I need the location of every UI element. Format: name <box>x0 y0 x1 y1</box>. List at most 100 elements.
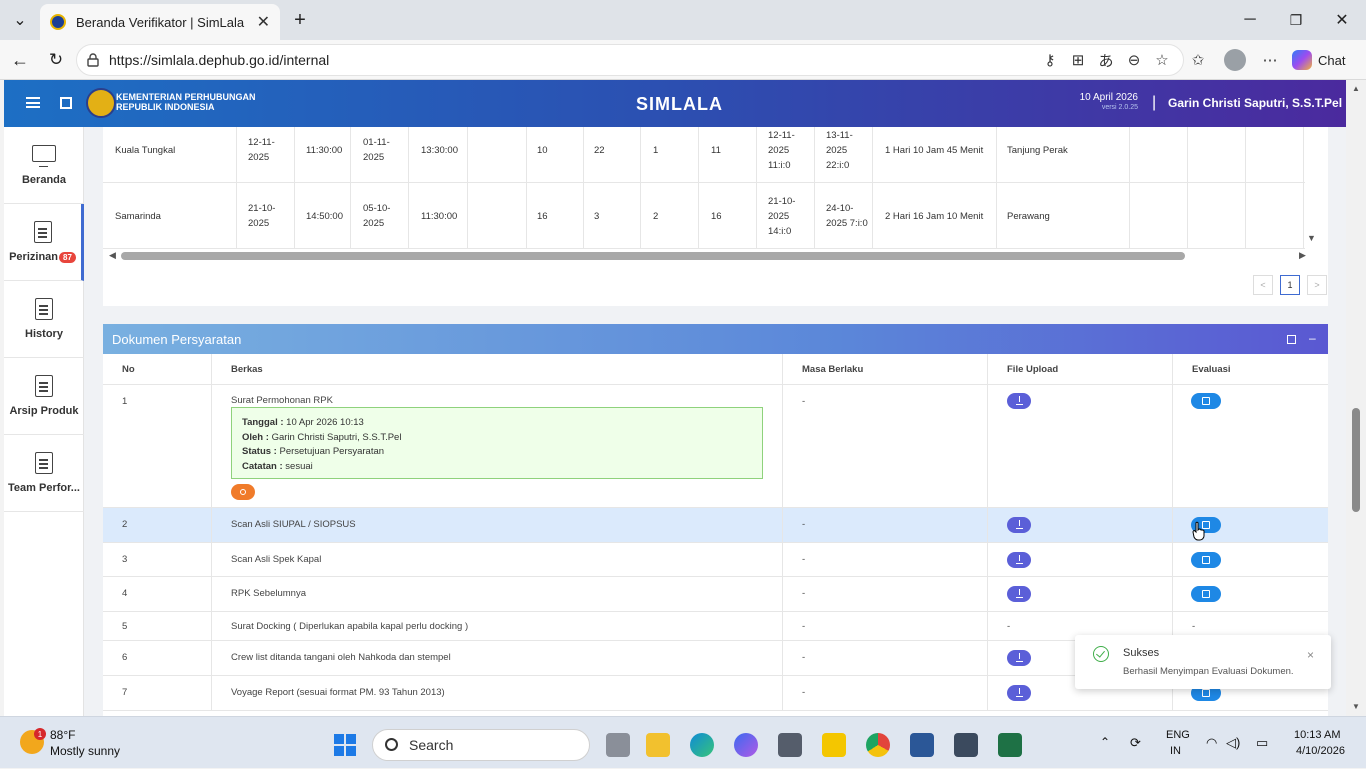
file-explorer-icon[interactable] <box>646 733 670 757</box>
table-cell: 21-10-2025 <box>237 183 295 249</box>
url-field[interactable]: https://simlala.dephub.go.id/internal <box>76 44 1184 76</box>
favorites-icon[interactable]: ✩ <box>1188 50 1208 70</box>
berkas-name: Surat Docking ( Diperlukan apabila kapal… <box>212 612 783 640</box>
more-icon[interactable]: ⋯ <box>1260 50 1280 70</box>
masa-berlaku: - <box>783 508 988 542</box>
note-label: Tanggal : <box>242 417 284 428</box>
back-icon[interactable]: ← <box>8 48 32 72</box>
sidebar-item-history[interactable]: History <box>4 281 84 358</box>
favorite-star-icon[interactable]: ☆ <box>1152 50 1172 70</box>
download-button[interactable] <box>1007 393 1031 409</box>
table-cell <box>468 127 527 183</box>
excel-icon[interactable] <box>998 733 1022 757</box>
download-button[interactable] <box>1007 685 1031 701</box>
berkas-name: Surat Permohonan RPK <box>231 395 333 406</box>
ministry-name: KEMENTERIAN PERHUBUNGAN REPUBLIK INDONES… <box>116 92 256 112</box>
wifi-icon[interactable]: ◠ <box>1206 735 1217 751</box>
scrollbar-thumb[interactable] <box>1352 408 1360 512</box>
table-cell: Perawang <box>997 183 1130 249</box>
download-icon <box>1015 652 1023 662</box>
copilot-chat-button[interactable]: Chat <box>1292 46 1360 74</box>
volume-icon[interactable]: ◁) <box>1226 735 1240 751</box>
scroll-right-arrow-icon[interactable]: ▶ <box>1299 250 1306 261</box>
document-icon <box>33 221 52 243</box>
page-scrollbar[interactable]: ▲ ▼ <box>1346 80 1366 716</box>
table-horizontal-scrollbar[interactable]: ◀ ▶ <box>103 249 1306 263</box>
pagination-prev[interactable]: < <box>1253 275 1273 295</box>
copilot-icon[interactable] <box>734 733 758 757</box>
camera-icon[interactable] <box>778 733 802 757</box>
sidebar-item-team-performance[interactable]: Team Perfor... <box>4 435 84 512</box>
close-tab-icon[interactable]: ✕ <box>257 12 270 32</box>
table-header: No Berkas Masa Berlaku File Upload Evalu… <box>103 354 1328 385</box>
card-title: Dokumen Persyaratan <box>112 332 242 347</box>
word-icon[interactable] <box>910 733 934 757</box>
pagination-next[interactable]: > <box>1307 275 1327 295</box>
menu-icon[interactable] <box>26 97 40 108</box>
pagination-page-1[interactable]: 1 <box>1280 275 1300 295</box>
download-button[interactable] <box>1007 650 1031 666</box>
sidebar-item-label: Beranda <box>21 173 67 186</box>
masa-berlaku: - <box>783 612 988 640</box>
new-tab-icon[interactable]: + <box>288 8 312 32</box>
language-line1[interactable]: ENG <box>1166 729 1190 741</box>
download-button[interactable] <box>1007 586 1031 602</box>
table-cell <box>1246 183 1304 249</box>
evaluate-button[interactable] <box>1191 586 1221 602</box>
taskbar-search[interactable]: Search <box>372 729 590 761</box>
scroll-down-arrow-icon[interactable]: ▼ <box>1307 233 1316 243</box>
expand-icon[interactable] <box>1287 335 1296 344</box>
browser-tab-strip: ⌄ Beranda Verifikator | SimLala ✕ + ─ ❐ … <box>0 0 1366 40</box>
copilot-icon <box>1292 50 1312 70</box>
sticky-notes-icon[interactable] <box>822 733 846 757</box>
battery-icon[interactable]: ▭ <box>1256 735 1268 751</box>
sync-icon[interactable]: ⟳ <box>1130 735 1141 751</box>
clock-time[interactable]: 10:13 AM <box>1294 729 1340 741</box>
reload-icon[interactable]: ↻ <box>44 48 68 72</box>
calculator-icon[interactable] <box>954 733 978 757</box>
collapse-icon[interactable]: – <box>1309 331 1316 345</box>
sidebar-item-label: Arsip Produk <box>9 405 79 417</box>
table-vertical-scrollbar[interactable]: ▼ <box>1305 127 1317 249</box>
sidebar-item-beranda[interactable]: Beranda <box>4 127 84 204</box>
fullscreen-icon[interactable] <box>60 97 72 109</box>
task-view-icon[interactable] <box>606 733 630 757</box>
download-button[interactable] <box>1007 552 1031 568</box>
evaluate-button[interactable] <box>1191 393 1221 409</box>
download-button[interactable] <box>1007 517 1031 533</box>
clock-date[interactable]: 4/10/2026 <box>1296 745 1345 757</box>
sidebar-item-label: History <box>25 328 63 340</box>
sidebar-item-perizinan[interactable]: Perizinan 87 <box>4 204 84 281</box>
key-icon[interactable]: ⚷ <box>1040 50 1060 70</box>
translate-icon[interactable]: あ <box>1096 50 1116 70</box>
weather-widget[interactable]: 1 88°F Mostly sunny <box>18 728 148 760</box>
profile-avatar[interactable] <box>1224 49 1246 71</box>
scroll-up-arrow-icon[interactable]: ▲ <box>1352 84 1360 93</box>
restore-icon[interactable]: ❐ <box>1284 8 1308 32</box>
close-window-icon[interactable]: ✕ <box>1330 8 1354 32</box>
zoom-icon[interactable]: ⊖ <box>1124 50 1144 70</box>
scrollbar-thumb[interactable] <box>121 252 1185 260</box>
berkas-name: Scan Asli SIUPAL / SIOPSUS <box>212 508 783 542</box>
minimize-icon[interactable]: ─ <box>1238 8 1262 32</box>
table-cell: Tanjung Perak <box>997 127 1130 183</box>
edge-icon[interactable] <box>690 733 714 757</box>
user-name[interactable]: Garin Christi Saputri, S.S.T.Pel <box>1168 96 1342 110</box>
search-icon <box>385 738 398 751</box>
language-line2[interactable]: IN <box>1170 745 1181 757</box>
scroll-left-arrow-icon[interactable]: ◀ <box>109 250 116 261</box>
browser-tab[interactable]: Beranda Verifikator | SimLala ✕ <box>40 4 280 40</box>
start-button[interactable] <box>334 734 356 756</box>
apps-icon[interactable]: ⊞ <box>1068 50 1088 70</box>
table-row: 4 RPK Sebelumnya - <box>103 577 1328 612</box>
evaluate-button[interactable] <box>1191 552 1221 568</box>
toast-close-icon[interactable]: × <box>1307 648 1314 662</box>
show-hidden-icons[interactable]: ⌃ <box>1100 735 1110 749</box>
chrome-icon[interactable] <box>866 733 890 757</box>
scroll-down-arrow-icon[interactable]: ▼ <box>1352 702 1360 711</box>
table-cell <box>1188 127 1246 183</box>
sidebar-item-arsip-produk[interactable]: Arsip Produk <box>4 358 84 435</box>
view-history-button[interactable] <box>231 484 255 500</box>
tab-list-icon[interactable]: ⌄ <box>8 8 32 32</box>
main-content: Kuala Tungkal 12-11-2025 11:30:00 01-11-… <box>84 127 1346 716</box>
